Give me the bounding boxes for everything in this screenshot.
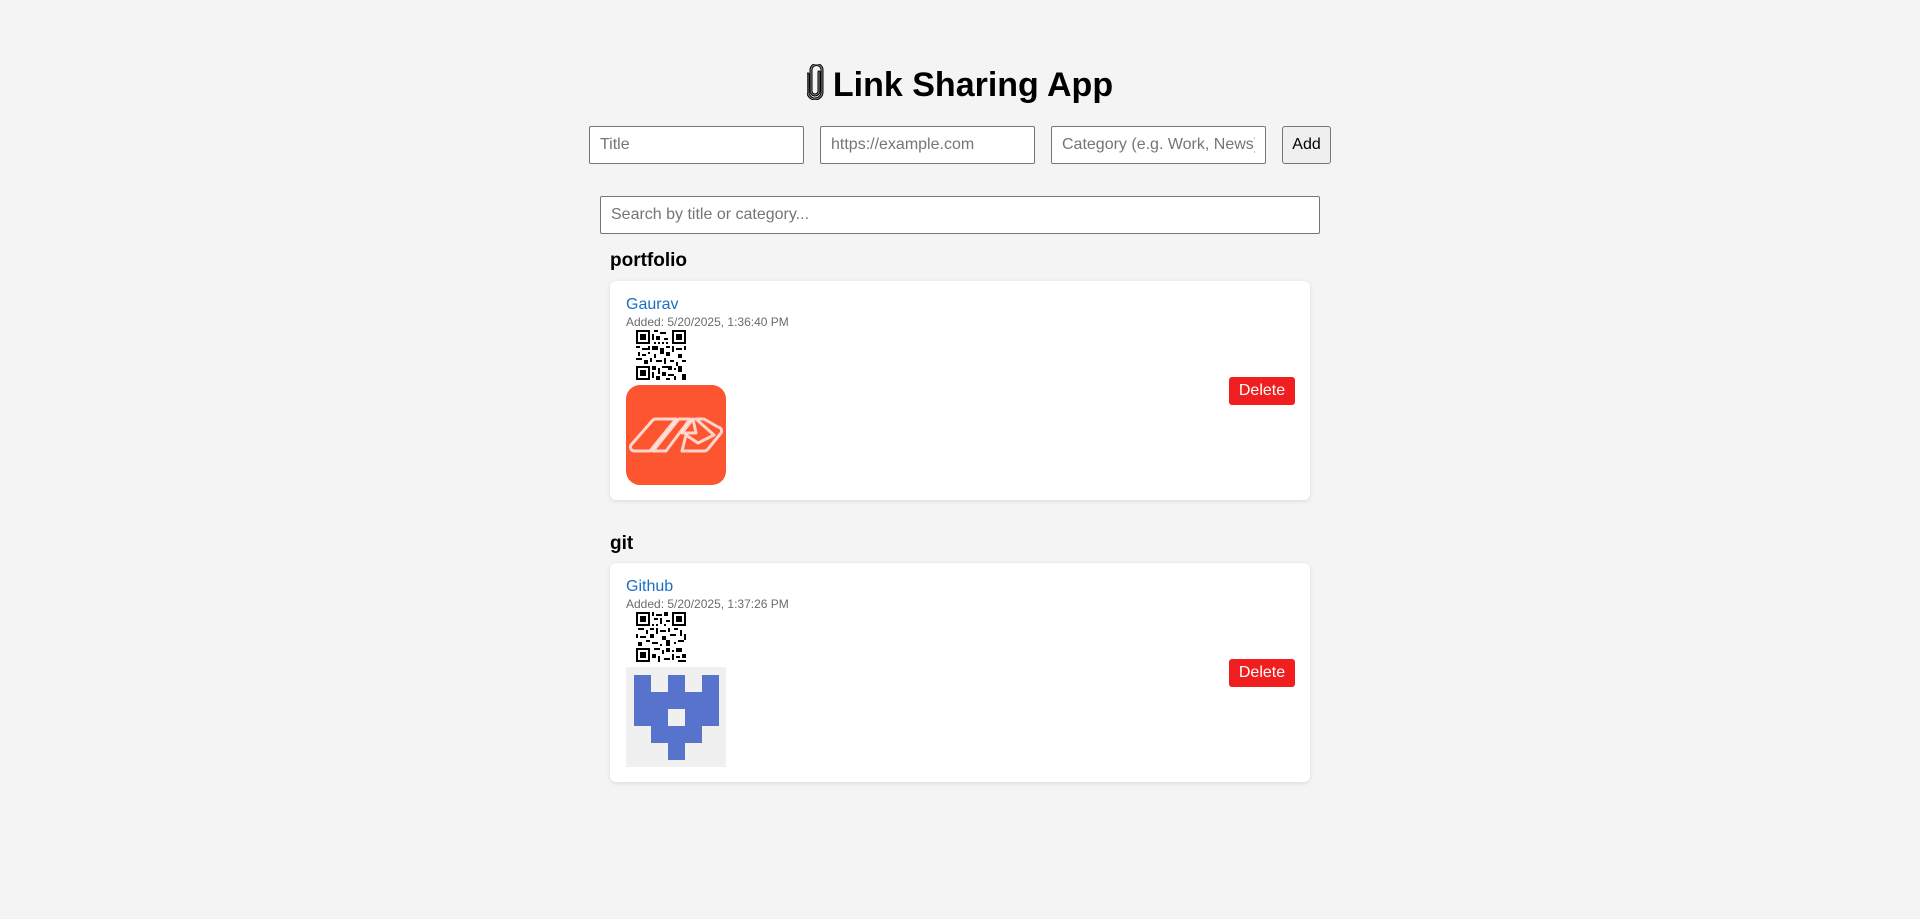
added-timestamp: Added: 5/20/2025, 1:36:40 PM: [626, 315, 789, 329]
add-button[interactable]: Add: [1282, 126, 1331, 164]
page-title-text: Link Sharing App: [832, 66, 1114, 104]
search-input[interactable]: [600, 196, 1320, 234]
delete-button[interactable]: Delete: [1229, 377, 1295, 405]
page-title: Link Sharing App: [0, 63, 1920, 110]
link-card: Github Added: 5/20/2025, 1:37:26 PM Dele…: [610, 563, 1310, 782]
category-input[interactable]: [1051, 126, 1266, 164]
added-timestamp: Added: 5/20/2025, 1:37:26 PM: [626, 597, 789, 611]
orange-logo-icon[interactable]: [626, 385, 726, 485]
delete-button[interactable]: Delete: [1229, 659, 1295, 687]
category-heading-git: git: [610, 533, 634, 554]
qr-code-icon: [636, 330, 686, 380]
paperclip-icon: [806, 63, 825, 110]
link-card: Gaurav Added: 5/20/2025, 1:36:40 PM Dele…: [610, 281, 1310, 500]
title-input[interactable]: [589, 126, 804, 164]
url-input[interactable]: [820, 126, 1035, 164]
category-heading-portfolio: portfolio: [610, 250, 688, 271]
link-title[interactable]: Github: [626, 577, 673, 597]
qr-code-icon: [636, 612, 686, 662]
github-identicon-icon[interactable]: [626, 667, 726, 767]
link-title[interactable]: Gaurav: [626, 295, 678, 315]
